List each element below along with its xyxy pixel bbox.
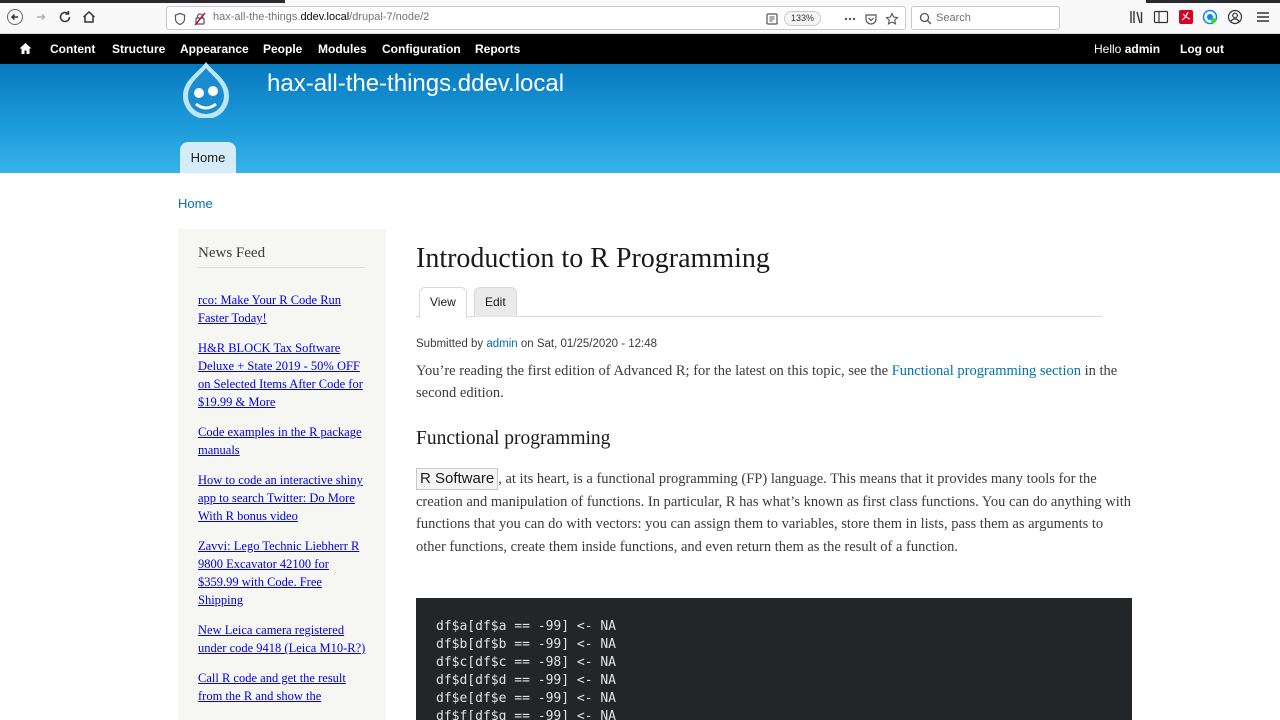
intro-text: You’re reading the first edition of Adva… bbox=[416, 363, 892, 379]
back-arrow-icon bbox=[7, 9, 23, 25]
url-text: hax-all-the-things.ddev.local/drupal-7/n… bbox=[213, 11, 429, 23]
shield-icon[interactable] bbox=[173, 12, 187, 26]
list-item: rco: Make Your R Code Run Faster Today! bbox=[198, 291, 368, 327]
tab-edit[interactable]: Edit bbox=[474, 287, 517, 317]
reader-view-icon[interactable] bbox=[765, 12, 779, 26]
admin-menu-people[interactable]: People bbox=[263, 42, 302, 56]
submitted-info: Submitted by admin on Sat, 01/25/2020 - … bbox=[416, 338, 657, 350]
news-feed-title: News Feed bbox=[198, 245, 266, 261]
tab-strip-edge bbox=[0, 0, 1280, 3]
admin-username[interactable]: admin bbox=[1125, 42, 1160, 56]
body-paragraph: R Software, at its heart, is a functiona… bbox=[416, 468, 1132, 558]
browser-toolbar: hax-all-the-things.ddev.local/drupal-7/n… bbox=[0, 0, 1280, 34]
menu-icon[interactable] bbox=[1255, 9, 1271, 25]
zoom-badge[interactable]: 133% bbox=[783, 11, 821, 26]
page-title: Introduction to R Programming bbox=[416, 243, 770, 274]
admin-menu-configuration[interactable]: Configuration bbox=[382, 42, 461, 56]
news-feed-list: rco: Make Your R Code Run Faster Today! … bbox=[198, 291, 368, 717]
list-item: How to code an interactive shiny app to … bbox=[198, 471, 368, 525]
admin-menu-structure[interactable]: Structure bbox=[112, 42, 165, 56]
tab-view[interactable]: View bbox=[419, 287, 467, 318]
site-name[interactable]: hax-all-the-things.ddev.local bbox=[267, 70, 564, 98]
news-feed-link[interactable]: How to code an interactive shiny app to … bbox=[198, 473, 363, 523]
news-feed-link[interactable]: New Leica camera registered under code 9… bbox=[198, 623, 365, 655]
forward-button[interactable] bbox=[31, 7, 51, 27]
insecure-lock-icon[interactable] bbox=[193, 12, 207, 26]
main-menu-home[interactable]: Home bbox=[180, 142, 236, 173]
admin-greeting: Hello admin bbox=[1094, 42, 1160, 56]
submitted-prefix: Submitted by bbox=[416, 338, 487, 350]
logout-link[interactable]: Log out bbox=[1180, 42, 1224, 56]
tab-indicator bbox=[1146, 0, 1280, 3]
code-block: df$a[df$a == -99] <- NA df$b[df$b == -99… bbox=[416, 598, 1132, 720]
list-item: Zavvi: Lego Technic Liebherr R 9800 Exca… bbox=[198, 537, 368, 609]
admin-home-icon[interactable] bbox=[19, 42, 32, 55]
list-item: H&R BLOCK Tax Software Deluxe + State 20… bbox=[198, 339, 368, 411]
pocket-icon[interactable] bbox=[864, 12, 878, 26]
intro-paragraph: You’re reading the first edition of Adva… bbox=[416, 360, 1132, 404]
forward-arrow-icon bbox=[37, 13, 46, 21]
admin-menu-reports[interactable]: Reports bbox=[475, 42, 520, 56]
news-feed-block: News Feed rco: Make Your R Code Run Fast… bbox=[178, 229, 386, 720]
bookmark-star-icon[interactable] bbox=[885, 12, 899, 26]
author-link[interactable]: admin bbox=[486, 338, 517, 350]
admin-menu-content[interactable]: Content bbox=[50, 42, 95, 56]
extension-icon[interactable] bbox=[1202, 9, 1218, 25]
search-field[interactable]: Search bbox=[911, 6, 1060, 30]
node-tabs: View Edit bbox=[416, 287, 1102, 318]
functional-programming-link[interactable]: Functional programming section bbox=[892, 363, 1081, 379]
sidebar-icon[interactable] bbox=[1153, 9, 1169, 25]
pdf-extension-icon[interactable] bbox=[1178, 9, 1194, 25]
url-path: /drupal-7/node/2 bbox=[349, 11, 430, 23]
home-icon bbox=[82, 10, 96, 23]
body-text: , at its heart, is a functional programm… bbox=[416, 471, 1132, 555]
reload-button[interactable] bbox=[55, 7, 75, 27]
list-item: Call R code and get the result from the … bbox=[198, 669, 368, 705]
submitted-date: on Sat, 01/25/2020 - 12:48 bbox=[517, 338, 658, 350]
news-feed-link[interactable]: rco: Make Your R Code Run Faster Today! bbox=[198, 293, 341, 325]
home-button[interactable] bbox=[79, 7, 99, 27]
account-icon[interactable] bbox=[1227, 9, 1243, 25]
search-icon bbox=[919, 12, 932, 25]
news-feed-link[interactable]: Code examples in the R package manuals bbox=[198, 425, 362, 457]
reload-icon bbox=[59, 11, 71, 23]
news-feed-link[interactable]: Zavvi: Lego Technic Liebherr R 9800 Exca… bbox=[198, 539, 359, 607]
list-item: Code examples in the R package manuals bbox=[198, 423, 368, 459]
tab-indicator bbox=[0, 0, 285, 3]
drupal-logo[interactable] bbox=[177, 60, 235, 118]
site-header: hax-all-the-things.ddev.local Home bbox=[0, 62, 1280, 173]
news-feed-link[interactable]: H&R BLOCK Tax Software Deluxe + State 20… bbox=[198, 341, 363, 409]
library-icon[interactable] bbox=[1129, 9, 1145, 25]
news-feed-link[interactable]: Call R code and get the result from the … bbox=[198, 671, 346, 703]
back-button[interactable] bbox=[5, 7, 25, 27]
r-software-tag[interactable]: R Software bbox=[416, 468, 499, 490]
divider bbox=[198, 267, 366, 268]
list-item: New Leica camera registered under code 9… bbox=[198, 621, 368, 657]
search-placeholder: Search bbox=[936, 12, 971, 24]
url-bar[interactable]: hax-all-the-things.ddev.local/drupal-7/n… bbox=[166, 6, 906, 30]
admin-menu-modules[interactable]: Modules bbox=[318, 42, 367, 56]
url-domain: ddev.local bbox=[300, 11, 350, 23]
admin-menu-appearance[interactable]: Appearance bbox=[180, 42, 249, 56]
page-actions-icon[interactable] bbox=[843, 12, 857, 26]
greeting-prefix: Hello bbox=[1094, 42, 1125, 56]
breadcrumb[interactable]: Home bbox=[178, 196, 213, 211]
url-prefix: hax-all-the-things. bbox=[213, 11, 301, 23]
section-heading: Functional programming bbox=[416, 428, 611, 449]
